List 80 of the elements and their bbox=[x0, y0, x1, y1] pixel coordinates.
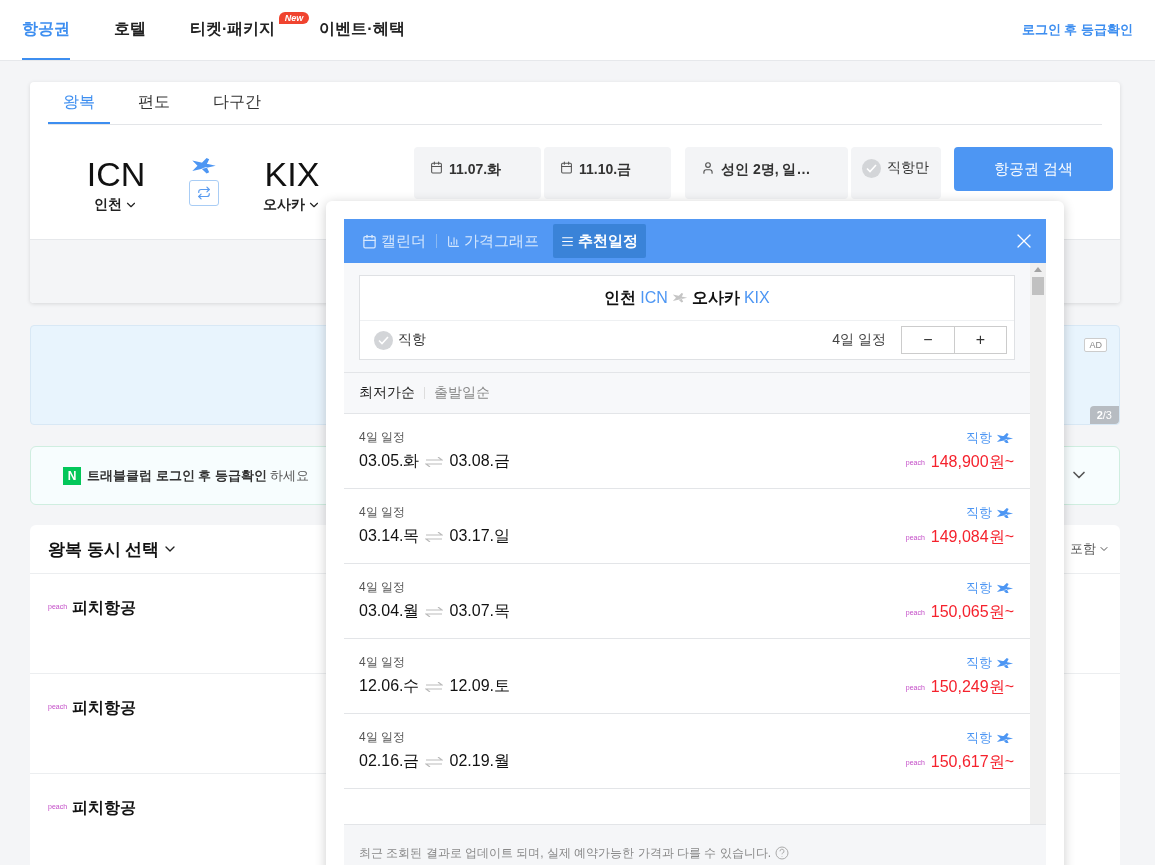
date-field[interactable]: 11.07.화 bbox=[414, 147, 541, 199]
city-dropdown[interactable]: 오사카 bbox=[263, 196, 321, 214]
passenger-field[interactable]: 성인 2명, 일… bbox=[685, 147, 848, 199]
direct-label: 직항 bbox=[966, 429, 992, 447]
trip-tab[interactable]: 다구간 bbox=[198, 82, 276, 124]
airline-name: 피치항공 bbox=[72, 798, 137, 818]
duration-label: 4일 일정 bbox=[359, 579, 405, 596]
plane-icon bbox=[191, 158, 217, 174]
depart-date: 02.16.금 bbox=[359, 751, 420, 771]
calendar-icon bbox=[362, 233, 377, 249]
person-icon bbox=[701, 161, 715, 175]
duration-label: 4일 일정 bbox=[359, 429, 405, 446]
check-icon[interactable] bbox=[374, 330, 393, 350]
return-date: 03.08.금 bbox=[449, 451, 510, 471]
plane-icon bbox=[996, 507, 1014, 519]
ad-badge: AD bbox=[1084, 338, 1107, 352]
banner-text: 트래블클럽 로그인 후 등급확인 하세요 bbox=[87, 466, 310, 485]
duration-label: 4일 일정 bbox=[832, 331, 886, 349]
direct-label: 직항 bbox=[966, 654, 992, 672]
scrollbar[interactable] bbox=[1030, 263, 1046, 824]
airline-name: 피치항공 bbox=[72, 698, 137, 718]
new-badge: New bbox=[278, 12, 310, 24]
plane-icon bbox=[996, 582, 1014, 594]
direct-label: 직항 bbox=[966, 579, 992, 597]
trip-tab[interactable]: 편도 bbox=[123, 82, 185, 124]
return-date: 12.09.토 bbox=[449, 676, 510, 696]
return-date: 02.19.월 bbox=[449, 751, 510, 771]
depart-date: 03.05.화 bbox=[359, 451, 420, 471]
price: 150,065원~ bbox=[930, 602, 1014, 622]
swap-arrows-icon bbox=[425, 756, 444, 767]
return-date: 03.07.목 bbox=[449, 601, 510, 621]
duration-label: 4일 일정 bbox=[359, 729, 405, 746]
price: 149,084원~ bbox=[930, 527, 1014, 547]
plane-icon bbox=[996, 732, 1014, 744]
bar-chart-icon bbox=[447, 234, 460, 248]
note-text: 최근 조회된 결과로 업데이트 되며, 실제 예약가능한 가격과 다를 수 있습니다. bbox=[359, 844, 771, 862]
calendar-icon bbox=[430, 161, 443, 174]
airline-name: 피치항공 bbox=[72, 598, 137, 618]
direct-only-toggle[interactable]: 직항만 bbox=[851, 147, 941, 199]
swap-arrows-icon bbox=[425, 456, 444, 467]
popup-tab[interactable]: 추천일정 bbox=[553, 224, 646, 258]
airport-code: ICN bbox=[86, 156, 146, 192]
direct-label: 직항 bbox=[966, 729, 992, 747]
nav-tab[interactable]: 이벤트·혜택 bbox=[319, 0, 405, 60]
check-icon[interactable] bbox=[862, 159, 881, 178]
airport-code: ICN bbox=[640, 289, 668, 307]
airport-code: KIX bbox=[743, 289, 770, 307]
direct-label: 직항 bbox=[966, 504, 992, 522]
date-field[interactable]: 11.10.금 bbox=[544, 147, 671, 199]
plane-icon bbox=[996, 657, 1014, 669]
swap-arrows-icon bbox=[425, 606, 444, 617]
calendar-icon bbox=[560, 161, 573, 174]
duration-label: 4일 일정 bbox=[359, 504, 405, 521]
depart-date: 03.14.목 bbox=[359, 526, 420, 546]
city-name: 오사카 bbox=[691, 287, 740, 308]
swap-arrows-icon bbox=[425, 531, 444, 542]
price: 150,617원~ bbox=[930, 752, 1014, 772]
duration-label: 4일 일정 bbox=[359, 654, 405, 671]
plane-icon bbox=[671, 293, 688, 303]
naver-logo: N bbox=[63, 466, 81, 485]
price: 150,249원~ bbox=[930, 677, 1014, 697]
depart-date: 12.06.수 bbox=[359, 676, 420, 696]
pager: 2/3 bbox=[1089, 406, 1119, 424]
airport-code: KIX bbox=[264, 156, 320, 192]
plane-icon bbox=[996, 432, 1014, 444]
return-date: 03.17.일 bbox=[449, 526, 510, 546]
nav-tab[interactable]: 호텔 bbox=[114, 0, 146, 60]
direct-label: 직항 bbox=[398, 331, 426, 349]
swap-arrows-icon bbox=[425, 681, 444, 692]
swap-button[interactable] bbox=[189, 179, 219, 206]
filter-dropdown[interactable]: 포함 bbox=[1070, 540, 1110, 558]
swap-icon bbox=[197, 185, 211, 200]
price: 148,900원~ bbox=[930, 452, 1014, 472]
sort-option[interactable]: 최저가순 bbox=[359, 384, 415, 402]
city-name: 인천 bbox=[604, 287, 637, 308]
help-icon[interactable] bbox=[775, 846, 789, 860]
city-dropdown[interactable]: 인천 bbox=[94, 196, 138, 214]
list-icon bbox=[561, 234, 574, 248]
depart-date: 03.04.월 bbox=[359, 601, 420, 621]
results-title[interactable]: 왕복 동시 선택 bbox=[48, 537, 160, 561]
